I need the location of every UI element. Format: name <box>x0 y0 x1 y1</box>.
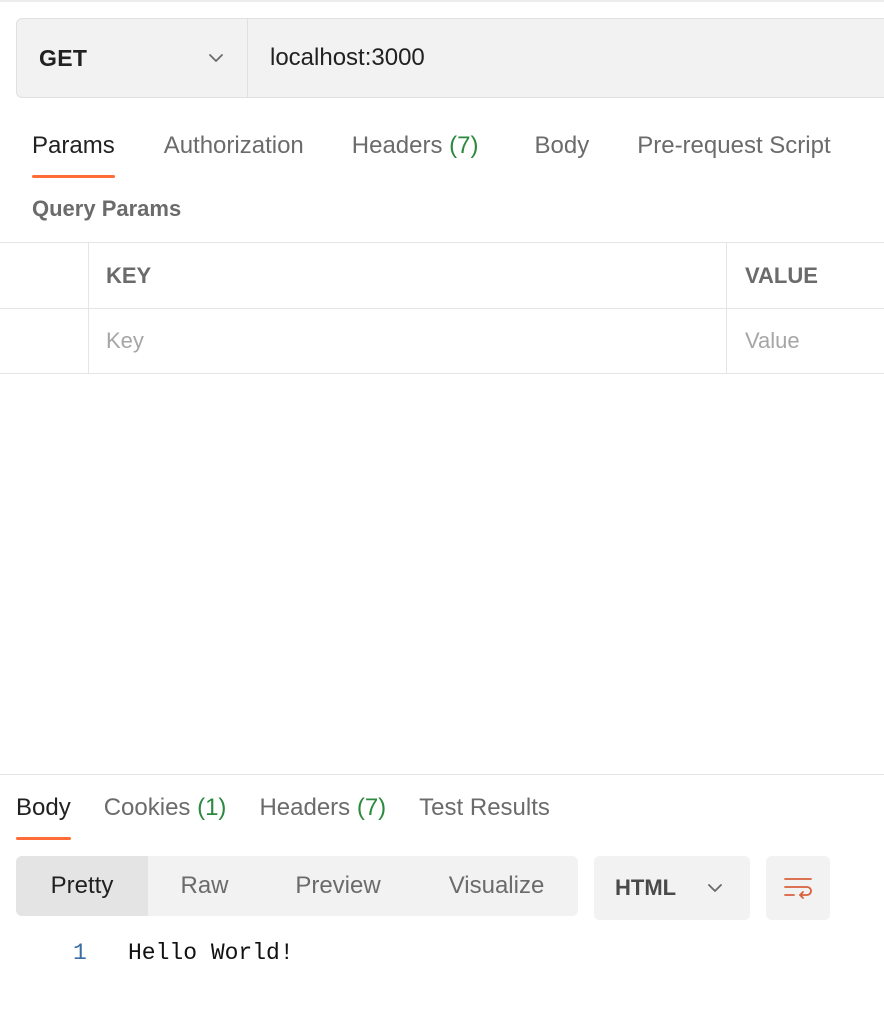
query-params-title: Query Params <box>32 196 182 221</box>
response-body-editor[interactable]: 1 Hello World! <box>0 940 884 980</box>
table-row: Key Value <box>0 308 884 374</box>
request-url-bar: GET localhost:3000 <box>16 18 884 98</box>
response-tab-cookies[interactable]: Cookies (1) <box>104 790 227 840</box>
method-selector[interactable]: GET <box>17 19 248 97</box>
format-label: HTML <box>615 875 677 900</box>
view-raw-button[interactable]: Raw <box>148 856 261 916</box>
tab-count: (1) <box>197 794 227 821</box>
tab-body[interactable]: Body <box>535 128 590 178</box>
tab-label: Cookies <box>103 794 191 821</box>
view-pretty-button[interactable]: Pretty <box>16 856 148 916</box>
tab-label: Headers <box>259 794 351 821</box>
method-label: GET <box>39 44 88 71</box>
tab-headers[interactable]: Headers (7) <box>352 128 479 178</box>
tab-label: Headers <box>351 132 443 159</box>
tab-label: Test Results <box>419 794 550 821</box>
tab-authorization[interactable]: Authorization <box>164 128 304 178</box>
view-mode-selector: Pretty Raw Preview Visualize <box>16 856 578 916</box>
response-tabs: Body Cookies (1) Headers (7) Test Result… <box>16 790 550 840</box>
response-tab-test-results[interactable]: Test Results <box>419 790 550 840</box>
chevron-down-icon <box>708 884 722 892</box>
key-input[interactable]: Key <box>89 309 727 373</box>
tab-params[interactable]: Params <box>32 128 115 178</box>
row-checkbox-cell <box>0 309 89 373</box>
view-visualize-button[interactable]: Visualize <box>415 856 578 916</box>
request-tabs: Params Authorization Headers (7) Body Pr… <box>32 128 831 178</box>
tab-label: Body <box>534 132 590 159</box>
params-table: KEY VALUE Key Value <box>0 242 884 374</box>
tab-count: (7) <box>356 794 387 821</box>
line-number: 1 <box>73 940 87 966</box>
tab-count: (7) <box>449 132 479 159</box>
row-handle-column <box>0 243 89 308</box>
column-header-value: VALUE <box>745 262 818 288</box>
value-input[interactable]: Value <box>727 309 884 373</box>
top-border <box>0 0 884 2</box>
wrap-lines-button[interactable] <box>766 856 830 920</box>
response-divider[interactable] <box>0 774 884 775</box>
format-dropdown[interactable]: HTML <box>594 856 750 920</box>
view-preview-button[interactable]: Preview <box>261 856 415 916</box>
response-tab-body[interactable]: Body <box>16 790 71 840</box>
wrap-lines-icon <box>784 878 812 899</box>
column-header-key: KEY <box>89 243 727 308</box>
tab-label: Pre-request Script <box>637 132 831 159</box>
tab-label: Body <box>16 794 71 821</box>
table-header-row: KEY VALUE <box>0 242 884 308</box>
tab-label: Authorization <box>163 132 304 159</box>
tab-pre-request-script[interactable]: Pre-request Script <box>637 128 830 178</box>
code-line: Hello World! <box>128 940 294 966</box>
chevron-down-icon <box>209 54 223 62</box>
tab-label: Params <box>32 132 115 159</box>
response-tab-headers[interactable]: Headers (7) <box>259 790 386 840</box>
url-input[interactable]: localhost:3000 <box>248 19 884 97</box>
